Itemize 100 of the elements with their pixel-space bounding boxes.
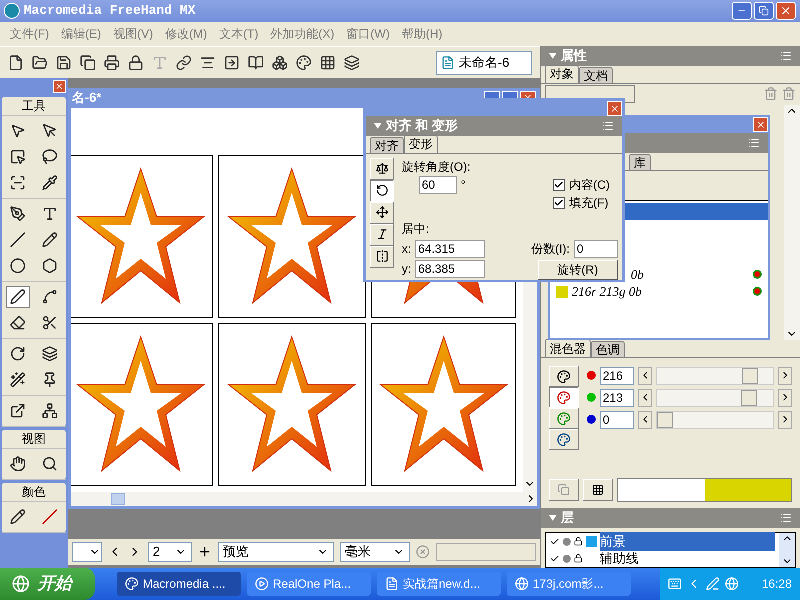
- copies-field[interactable]: 0: [574, 240, 618, 258]
- panel-tab[interactable]: 库: [629, 154, 651, 170]
- vertical-scrollbar[interactable]: [779, 533, 795, 567]
- close-button[interactable]: [776, 2, 796, 20]
- book-icon[interactable]: [248, 54, 264, 70]
- taskbar-task[interactable]: RealOne Pla...: [247, 572, 371, 596]
- open-folder-icon[interactable]: [32, 54, 48, 70]
- panel-tab[interactable]: 对象: [545, 64, 579, 83]
- minimize-button[interactable]: [732, 2, 752, 20]
- close-button[interactable]: [753, 117, 768, 132]
- shadow-icon: [42, 346, 58, 362]
- add-to-grid-button[interactable]: [583, 479, 613, 501]
- copies-label: 份数(I):: [531, 240, 570, 258]
- lock-icon[interactable]: [574, 554, 583, 563]
- menu-item[interactable]: 文本(T): [213, 25, 265, 43]
- taskbar-task[interactable]: 实战篇new.d...: [377, 572, 501, 596]
- collapse-arrow-icon[interactable]: [549, 52, 557, 59]
- layer-row[interactable]: 前景: [546, 533, 779, 550]
- channel-value-field[interactable]: 0: [600, 410, 634, 428]
- keyboard-icon[interactable]: [668, 577, 682, 591]
- panel-tab[interactable]: 混色器: [545, 339, 591, 357]
- export-icon[interactable]: [224, 54, 240, 70]
- vertical-scrollbar[interactable]: [784, 105, 800, 340]
- menu-item[interactable]: 窗口(W): [340, 25, 396, 43]
- x-field[interactable]: 64.315: [415, 240, 486, 258]
- transform-mode-button[interactable]: [370, 180, 394, 202]
- channel-slider-track[interactable]: [656, 388, 774, 406]
- eraser-icon: [10, 315, 26, 331]
- channel-slider-track[interactable]: [656, 366, 774, 384]
- swatch-row[interactable]: 216r 213g 0b: [550, 283, 768, 300]
- angle-field[interactable]: 60: [419, 176, 457, 194]
- add-to-swatches-button[interactable]: [549, 479, 579, 501]
- color-mode-icon: [557, 412, 571, 426]
- link-icon[interactable]: [176, 54, 192, 70]
- network-icon[interactable]: [725, 577, 739, 591]
- slider-thumb[interactable]: [657, 412, 673, 428]
- page-number-select[interactable]: 2: [148, 542, 192, 562]
- align-icon[interactable]: [200, 54, 216, 70]
- collapse-arrow-icon[interactable]: [549, 515, 557, 521]
- tray-app-icon[interactable]: [706, 577, 720, 591]
- collapse-arrow-icon[interactable]: [374, 122, 382, 129]
- grid-icon[interactable]: [320, 54, 336, 70]
- slider-right-button[interactable]: [778, 410, 792, 428]
- wand-icon: [10, 372, 26, 388]
- menu-item[interactable]: 文件(F): [4, 25, 56, 43]
- slider-left-button[interactable]: [638, 366, 652, 384]
- option-checkbox[interactable]: [553, 178, 566, 190]
- tool-button[interactable]: [6, 286, 30, 308]
- lock-icon[interactable]: [574, 537, 583, 546]
- symbols-icon[interactable]: [272, 54, 288, 70]
- document-title: 名-6*: [72, 89, 102, 108]
- panel-tab[interactable]: 文档: [579, 66, 613, 83]
- view-mode-select[interactable]: 预览: [218, 542, 334, 562]
- close-button[interactable]: [607, 101, 622, 116]
- taskbar-task[interactable]: Macromedia ....: [117, 572, 241, 596]
- palette-icon[interactable]: [296, 54, 312, 70]
- taskbar-task[interactable]: 173j.com影...: [507, 572, 631, 596]
- document-select[interactable]: 未命名-6: [436, 50, 532, 74]
- slider-left-button[interactable]: [638, 388, 652, 406]
- slider-left-button[interactable]: [638, 410, 652, 428]
- option-checkbox[interactable]: [553, 196, 566, 208]
- slider-right-button[interactable]: [778, 366, 792, 384]
- menu-item[interactable]: 修改(M): [159, 25, 214, 43]
- menu-item[interactable]: 帮助(H): [396, 25, 449, 43]
- channel-slider-track[interactable]: [656, 410, 774, 428]
- add-page-icon[interactable]: [198, 545, 212, 559]
- panel-tab[interactable]: 色调: [591, 341, 625, 357]
- layer-name: 前景: [600, 532, 775, 552]
- scale-icon: [376, 162, 388, 175]
- menu-item[interactable]: 外加功能(X): [264, 25, 341, 43]
- clock: 16:28: [762, 576, 792, 593]
- hand-icon: [10, 456, 26, 472]
- slider-thumb[interactable]: [742, 368, 758, 384]
- panel-tab[interactable]: 变形: [404, 134, 438, 152]
- option-label: 填充(F): [569, 194, 609, 212]
- layer-row[interactable]: 辅助线: [546, 550, 779, 567]
- layers-icon[interactable]: [344, 54, 360, 70]
- horizontal-scrollbar[interactable]: [68, 492, 540, 509]
- dropdown-button[interactable]: [72, 542, 102, 562]
- channel-value-field[interactable]: 216: [600, 366, 634, 384]
- close-button[interactable]: [53, 80, 66, 92]
- scroll-thumb[interactable]: [111, 493, 125, 505]
- slider-right-button[interactable]: [778, 388, 792, 406]
- channel-value-field[interactable]: 213: [600, 388, 634, 406]
- color-mode-button[interactable]: [549, 387, 579, 408]
- print-icon[interactable]: [104, 54, 120, 70]
- menu-item[interactable]: 视图(V): [107, 25, 160, 43]
- rotate-button[interactable]: 旋转(R): [538, 260, 618, 280]
- new-file-icon[interactable]: [8, 54, 24, 70]
- restore-button[interactable]: [754, 2, 774, 20]
- y-field[interactable]: 68.385: [415, 260, 486, 278]
- restore-icon: [759, 6, 769, 16]
- slider-thumb[interactable]: [740, 390, 757, 406]
- menu-item[interactable]: 编辑(E): [55, 25, 108, 43]
- pencil-icon: [42, 232, 58, 248]
- lock-icon[interactable]: [128, 54, 144, 70]
- save-icon[interactable]: [56, 54, 72, 70]
- panel-tab[interactable]: 对齐: [370, 136, 404, 152]
- units-select[interactable]: 毫米: [340, 542, 410, 562]
- duplicate-icon[interactable]: [80, 54, 96, 70]
